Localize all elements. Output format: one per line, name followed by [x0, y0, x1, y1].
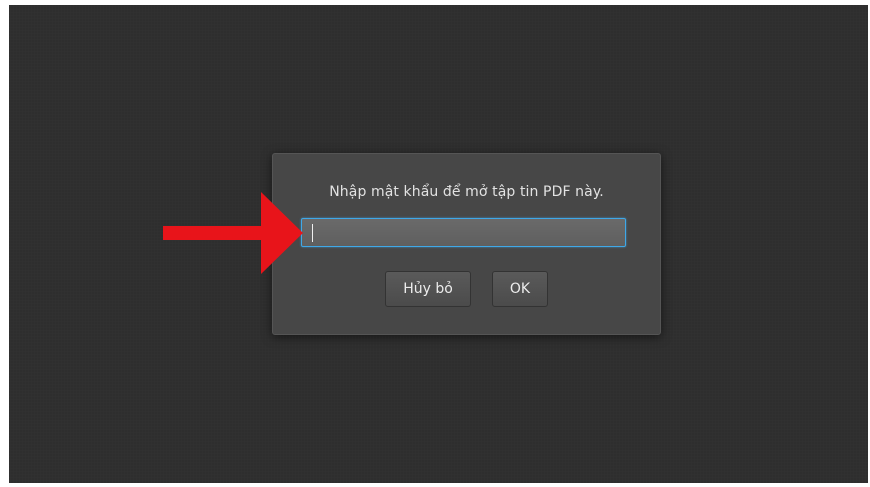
password-input[interactable] [301, 218, 626, 247]
red-arrow-icon [163, 192, 303, 274]
dialog-prompt: Nhập mật khẩu để mở tập tin PDF này. [329, 184, 604, 200]
password-dialog: Nhập mật khẩu để mở tập tin PDF này. Hủy… [272, 153, 661, 335]
cancel-button[interactable]: Hủy bỏ [385, 271, 471, 307]
text-caret [312, 224, 313, 242]
ok-button[interactable]: OK [492, 271, 548, 307]
pdf-viewer-background: Nhập mật khẩu để mở tập tin PDF này. Hủy… [9, 5, 868, 483]
